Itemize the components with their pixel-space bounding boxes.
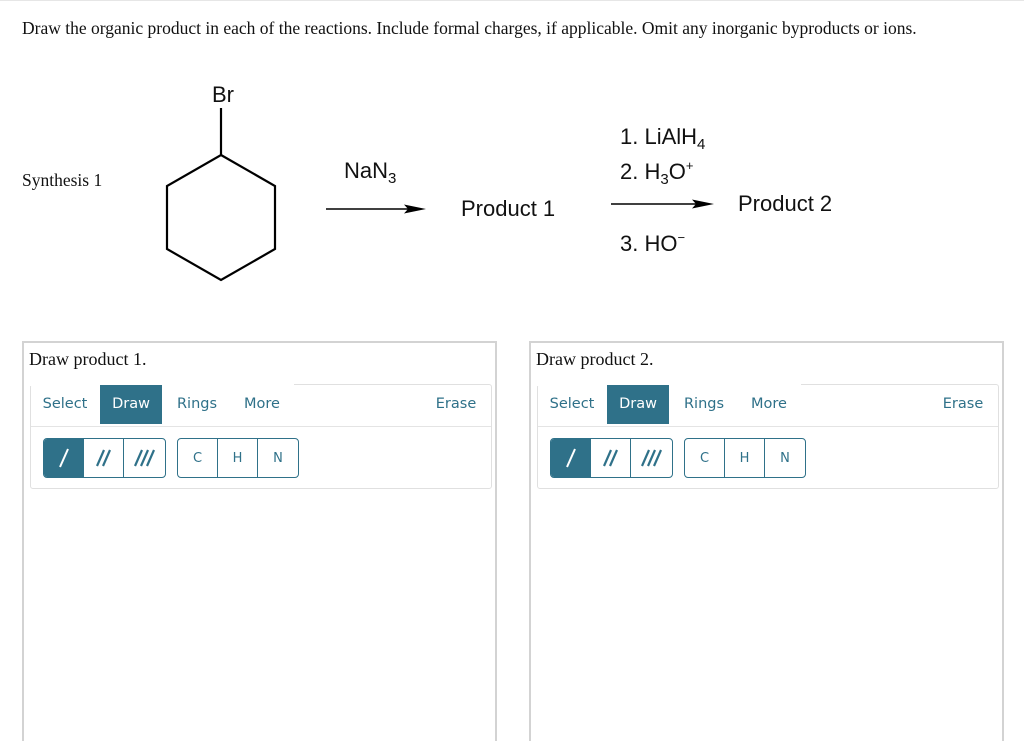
atom-c-button[interactable]: C xyxy=(178,439,218,477)
tab-select[interactable]: Select xyxy=(33,385,97,424)
panel-title: Draw product 1. xyxy=(29,349,147,369)
tab-rings[interactable]: Rings xyxy=(673,385,735,424)
single-bond-icon xyxy=(58,448,69,468)
reagent-line-2-mid: O xyxy=(668,159,686,184)
atom-h-button[interactable]: H xyxy=(218,439,258,477)
triple-bond-button[interactable] xyxy=(631,439,671,477)
triple-bond-icon xyxy=(133,449,155,467)
reagent-nan3-main: NaN xyxy=(344,158,389,183)
toolbar-tabs: Select Draw Rings More Erase xyxy=(538,385,998,427)
reagent-line-2: 2. H3O+ xyxy=(620,158,693,188)
bromine-label: Br xyxy=(212,82,234,107)
tab-draw[interactable]: Draw xyxy=(607,385,669,424)
tab-rings[interactable]: Rings xyxy=(166,385,228,424)
reagent-nan3-sub: 3 xyxy=(388,170,397,187)
top-divider xyxy=(0,0,1024,1)
reagent-line-3-sup: − xyxy=(677,230,686,245)
double-bond-button[interactable] xyxy=(591,439,631,477)
tab-more[interactable]: More xyxy=(231,385,293,424)
panel-title: Draw product 2. xyxy=(536,349,654,369)
toolbar-tabs: Select Draw Rings More Erase xyxy=(31,385,491,427)
reaction-arrow-2 xyxy=(611,199,714,209)
drawing-canvas[interactable] xyxy=(30,491,492,741)
question-instructions: Draw the organic product in each of the … xyxy=(22,18,917,38)
double-bond-icon xyxy=(95,449,111,467)
atom-tool-group: C H N xyxy=(177,438,299,478)
reaction-scheme xyxy=(165,108,714,282)
reagent-line-3-text: 3. HO xyxy=(620,231,678,256)
erase-button[interactable]: Erase xyxy=(934,385,992,424)
reagent-line-3: 3. HO− xyxy=(620,230,685,257)
reagent-line-2-text: 2. H xyxy=(620,159,661,184)
triple-bond-icon xyxy=(640,449,662,467)
drawing-toolbar: Select Draw Rings More Erase C H N xyxy=(30,383,492,489)
erase-button[interactable]: Erase xyxy=(427,385,485,424)
reagent-line-2-sub: 3 xyxy=(660,171,669,188)
tab-select[interactable]: Select xyxy=(540,385,604,424)
single-bond-button[interactable] xyxy=(44,439,84,477)
reagent-line-1-sub: 4 xyxy=(697,136,706,153)
bond-tool-group xyxy=(43,438,166,478)
tab-draw[interactable]: Draw xyxy=(100,385,162,424)
reagent-line-1: 1. LiAlH4 xyxy=(620,124,705,153)
atom-n-button[interactable]: N xyxy=(765,439,805,477)
reaction-arrow-1 xyxy=(326,204,426,214)
single-bond-icon xyxy=(565,448,576,468)
atom-n-button[interactable]: N xyxy=(258,439,298,477)
drawing-toolbar: Select Draw Rings More Erase C H N xyxy=(537,383,999,489)
reagent-line-2-sup: + xyxy=(685,158,694,173)
product-2-label: Product 2 xyxy=(738,191,833,216)
drawing-canvas[interactable] xyxy=(537,491,999,741)
double-bond-button[interactable] xyxy=(84,439,124,477)
double-bond-icon xyxy=(602,449,618,467)
atom-c-button[interactable]: C xyxy=(685,439,725,477)
reagent-line-1-text: 1. LiAlH xyxy=(620,124,698,149)
draw-panel-product-1: Draw product 1. Select Draw Rings More E… xyxy=(22,341,497,741)
draw-panel-product-2: Draw product 2. Select Draw Rings More E… xyxy=(529,341,1004,741)
atom-tool-group: C H N xyxy=(684,438,806,478)
bond-tool-group xyxy=(550,438,673,478)
triple-bond-button[interactable] xyxy=(124,439,164,477)
single-bond-button[interactable] xyxy=(551,439,591,477)
tab-more[interactable]: More xyxy=(738,385,800,424)
reagent-nan3: NaN3 xyxy=(344,158,396,187)
cyclohexane-ring xyxy=(165,153,277,282)
product-1-label: Product 1 xyxy=(461,196,556,221)
atom-h-button[interactable]: H xyxy=(725,439,765,477)
